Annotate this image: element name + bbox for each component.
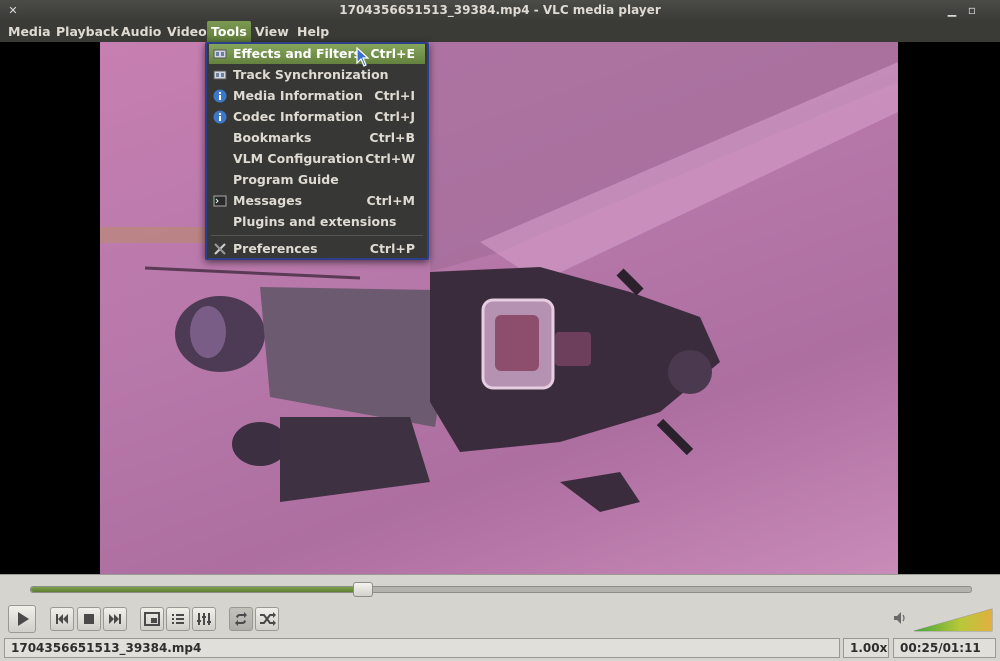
minimize-icon[interactable]: ▁	[945, 4, 959, 17]
volume-icon[interactable]	[892, 610, 908, 626]
loop-icon	[235, 612, 247, 626]
effects-icon	[213, 49, 227, 59]
stop-icon	[84, 614, 94, 624]
previous-button[interactable]	[50, 607, 74, 631]
menu-media[interactable]: Media	[4, 21, 55, 42]
shuffle-icon	[260, 612, 276, 626]
playlist-icon	[172, 614, 184, 624]
playback-speed[interactable]: 1.00x	[843, 638, 889, 658]
menu-video[interactable]: Video	[163, 21, 211, 42]
title-bar[interactable]: ✕ 1704356651513_39384.mp4 - VLC media pl…	[0, 0, 1000, 21]
menu-item-track-synchronization[interactable]: Track Synchronization	[209, 65, 425, 85]
menu-help[interactable]: Help	[293, 21, 333, 42]
terminal-icon	[213, 195, 227, 207]
status-bar: 1704356651513_39384.mp4 1.00x 00:25/01:1…	[0, 636, 1000, 661]
menu-item-preferences[interactable]: Preferences Ctrl+P	[209, 239, 425, 259]
sync-icon	[213, 70, 227, 80]
previous-icon	[56, 614, 68, 624]
seek-progress	[31, 587, 362, 592]
controls-panel	[0, 574, 1000, 637]
menu-item-messages[interactable]: Messages Ctrl+M	[209, 191, 425, 211]
menu-separator	[211, 235, 423, 236]
info-icon	[213, 89, 227, 103]
maximize-icon[interactable]: ▫	[965, 4, 979, 17]
menu-playback[interactable]: Playback	[52, 21, 123, 42]
equalizer-icon	[197, 613, 211, 625]
seek-handle[interactable]	[352, 582, 373, 597]
mouse-cursor-icon	[356, 47, 370, 67]
seek-slider[interactable]	[30, 582, 972, 597]
status-filename: 1704356651513_39384.mp4	[4, 638, 840, 658]
stop-button[interactable]	[77, 607, 101, 631]
menu-item-vlm-configuration[interactable]: VLM Configuration Ctrl+W	[209, 149, 425, 169]
next-icon	[109, 614, 121, 624]
menu-view[interactable]: View	[251, 21, 293, 42]
video-area[interactable]	[0, 42, 1000, 574]
volume-slider[interactable]	[912, 607, 994, 633]
fullscreen-button[interactable]	[140, 607, 164, 631]
loop-button[interactable]	[229, 607, 253, 631]
menu-tools[interactable]: Tools	[207, 21, 251, 42]
menu-item-codec-information[interactable]: Codec Information Ctrl+J	[209, 107, 425, 127]
info-icon	[213, 110, 227, 124]
menu-bar: Media Playback Audio Video Tools View He…	[0, 21, 1000, 42]
menu-item-plugins-and-extensions[interactable]: Plugins and extensions	[209, 212, 425, 232]
extended-settings-button[interactable]	[192, 607, 216, 631]
play-button[interactable]	[8, 605, 36, 633]
time-display[interactable]: 00:25/01:11	[893, 638, 996, 658]
shuffle-button[interactable]	[255, 607, 279, 631]
fullscreen-icon	[144, 612, 160, 626]
menu-audio[interactable]: Audio	[117, 21, 165, 42]
menu-item-bookmarks[interactable]: Bookmarks Ctrl+B	[209, 128, 425, 148]
playlist-button[interactable]	[166, 607, 190, 631]
next-button[interactable]	[103, 607, 127, 631]
menu-item-effects-and-filters[interactable]: Effects and Filters Ctrl+E	[209, 44, 425, 64]
window-title: 1704356651513_39384.mp4 - VLC media play…	[339, 3, 661, 17]
menu-item-program-guide[interactable]: Program Guide	[209, 170, 425, 190]
close-icon[interactable]: ✕	[6, 4, 20, 17]
tools-icon	[214, 243, 226, 255]
vlc-window: ✕ 1704356651513_39384.mp4 - VLC media pl…	[0, 0, 1000, 661]
menu-item-media-information[interactable]: Media Information Ctrl+I	[209, 86, 425, 106]
tools-dropdown-menu: Effects and Filters Ctrl+E Track Synchro…	[205, 42, 429, 260]
play-icon	[18, 612, 29, 626]
